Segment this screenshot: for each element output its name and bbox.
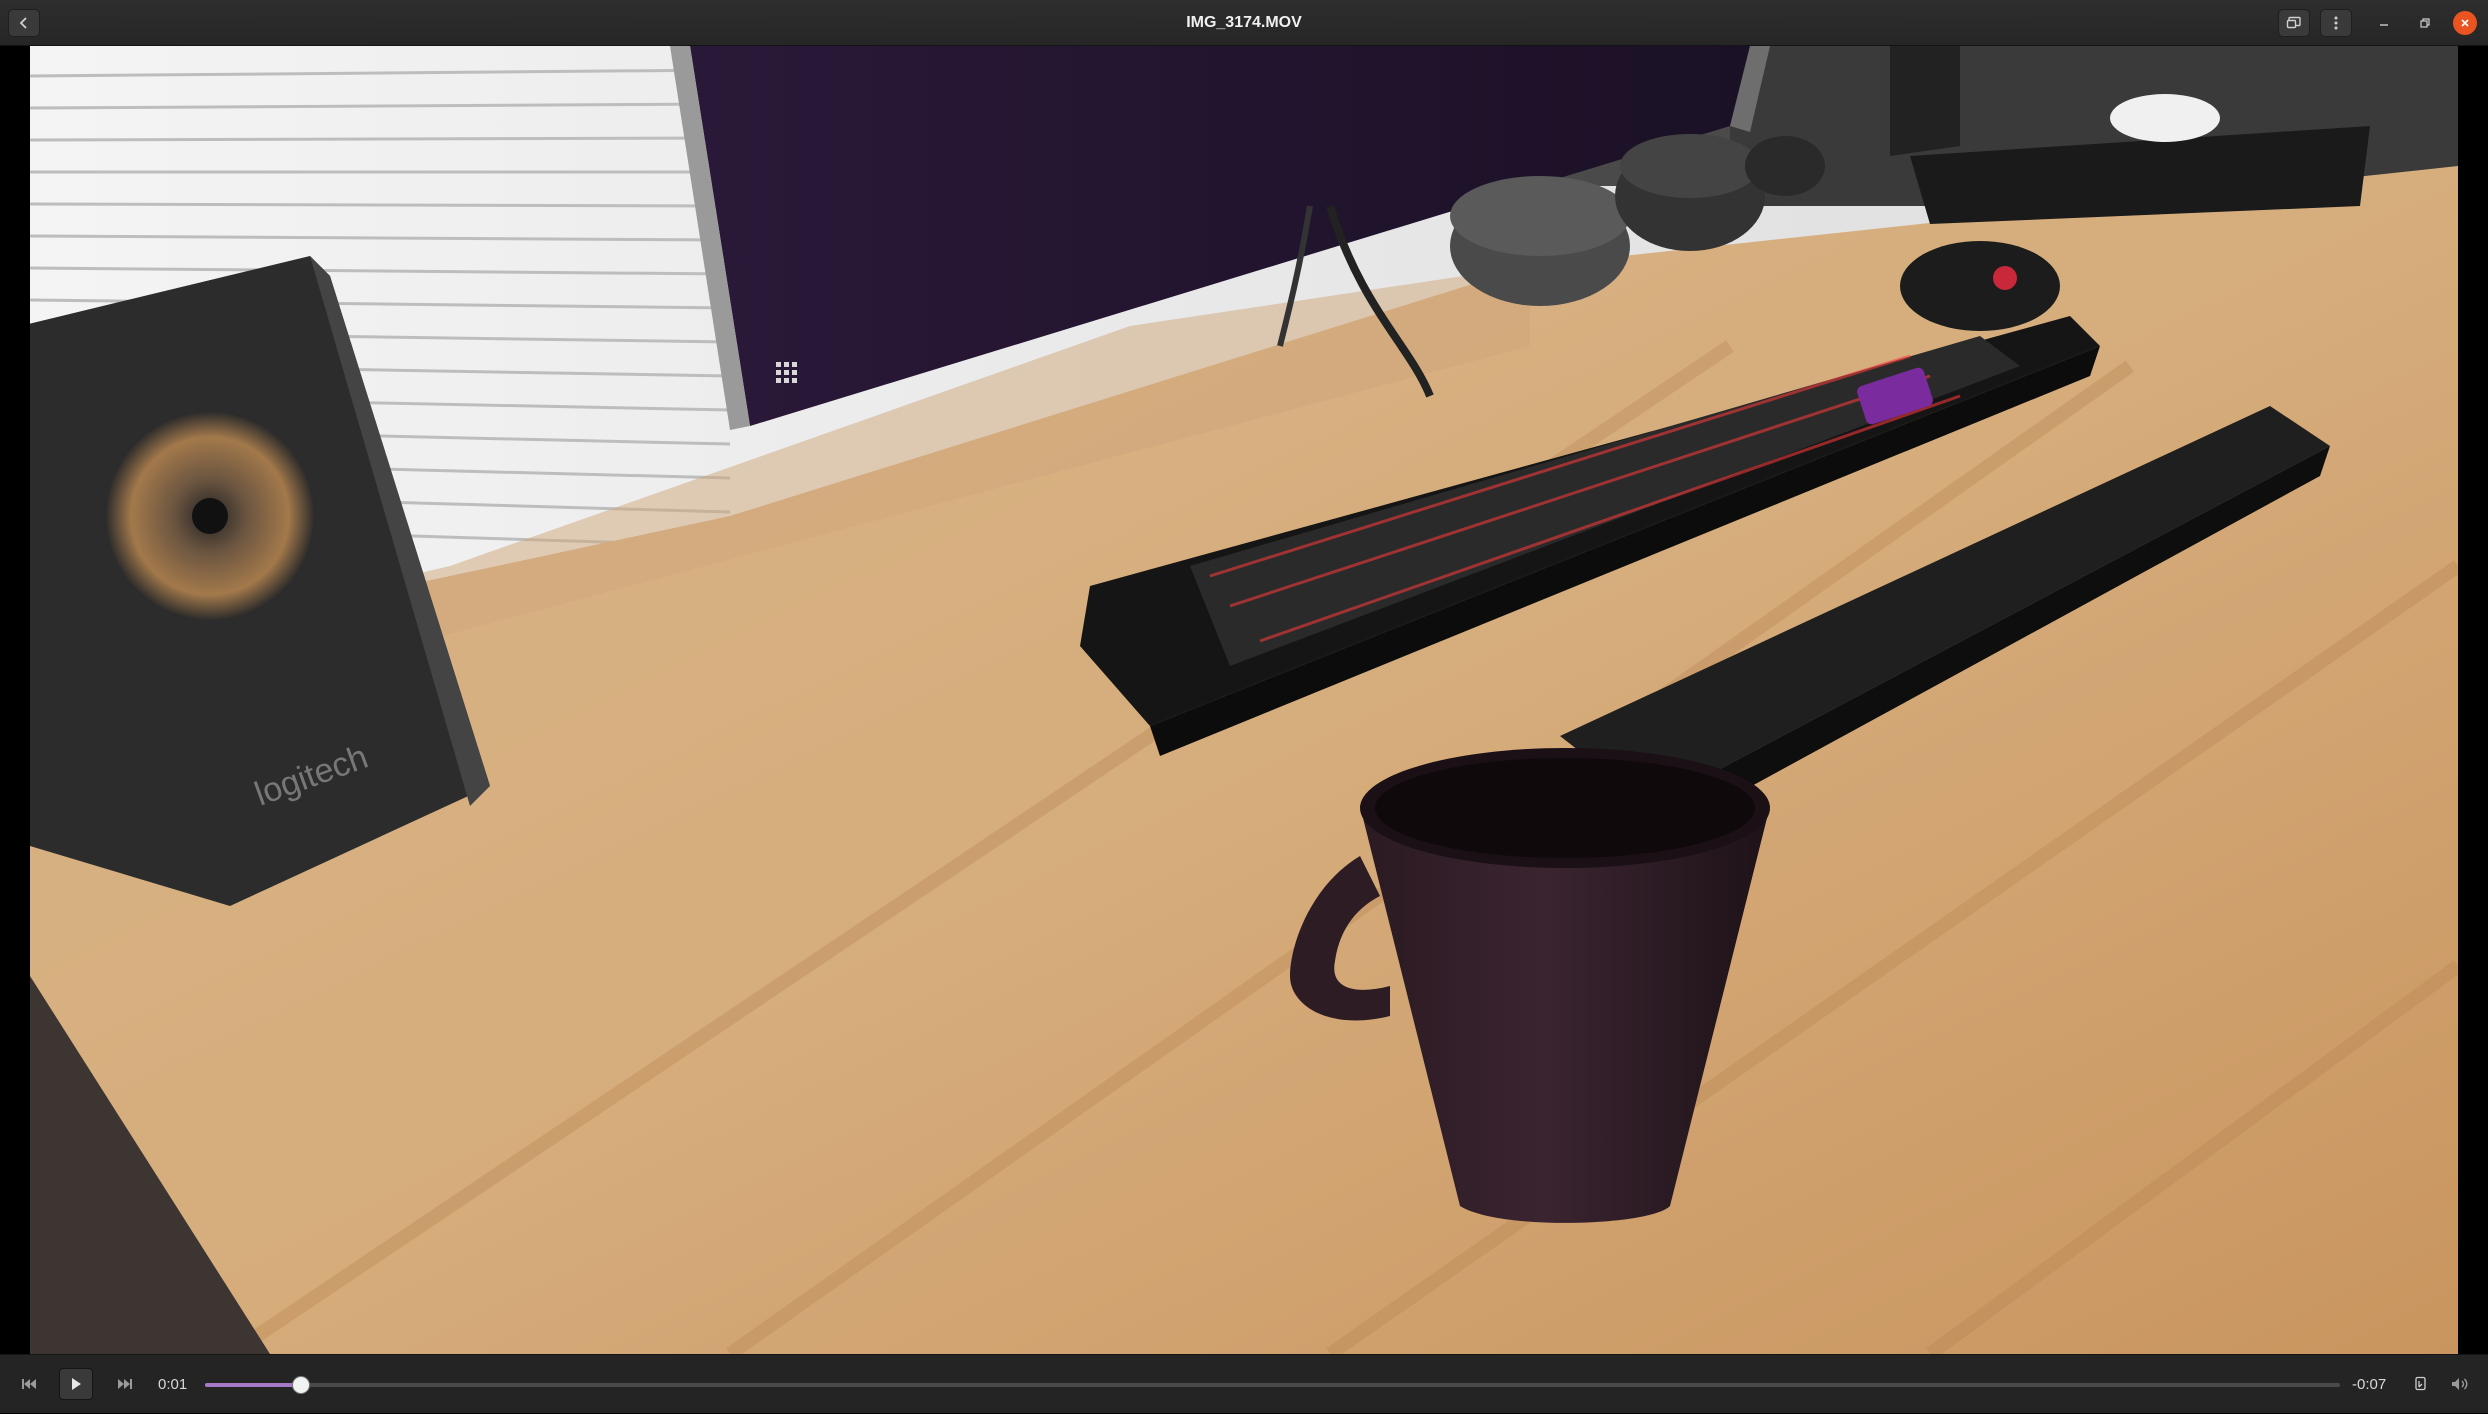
- subtitles-icon: [2415, 1376, 2426, 1391]
- skip-next-icon: [118, 1379, 132, 1389]
- chevron-left-icon: [19, 17, 27, 29]
- restore-icon: [2420, 18, 2430, 28]
- seek-progress: [205, 1383, 302, 1387]
- main-menu-button[interactable]: [2320, 9, 2352, 37]
- previous-button[interactable]: [12, 1368, 46, 1400]
- volume-icon: [2452, 1378, 2468, 1390]
- minimize-button[interactable]: [2372, 11, 2396, 35]
- maximize-button[interactable]: [2413, 11, 2437, 35]
- close-button[interactable]: [2453, 11, 2477, 35]
- header-bar: IMG_3174.MOV: [0, 0, 2488, 46]
- seek-handle[interactable]: [292, 1376, 311, 1394]
- playback-controls: 0:01 -0:07: [0, 1354, 2488, 1413]
- minimize-icon: [2380, 24, 2388, 26]
- remaining-time: -0:07: [2352, 1376, 2387, 1393]
- seek-slider[interactable]: [205, 1376, 2340, 1394]
- screen-cast-button[interactable]: [2278, 9, 2310, 37]
- back-button[interactable]: [8, 9, 40, 37]
- video-player-window: IMG_3174.MOV logitech 0:01 -0:07: [0, 0, 2488, 1413]
- skip-previous-icon: [22, 1379, 36, 1389]
- play-icon: [72, 1378, 81, 1390]
- play-button[interactable]: [59, 1368, 93, 1400]
- window-title: IMG_3174.MOV: [1186, 14, 1302, 31]
- video-area[interactable]: logitech: [0, 46, 2488, 1354]
- volume-button[interactable]: [2443, 1368, 2477, 1400]
- close-icon: [2461, 19, 2469, 27]
- next-button[interactable]: [108, 1368, 142, 1400]
- kebab-menu-icon: [2334, 16, 2338, 30]
- video-frame[interactable]: logitech: [30, 46, 2458, 1354]
- subtitles-button[interactable]: [2404, 1368, 2438, 1400]
- screen-cast-icon: [2286, 16, 2301, 29]
- elapsed-time: 0:01: [158, 1376, 188, 1393]
